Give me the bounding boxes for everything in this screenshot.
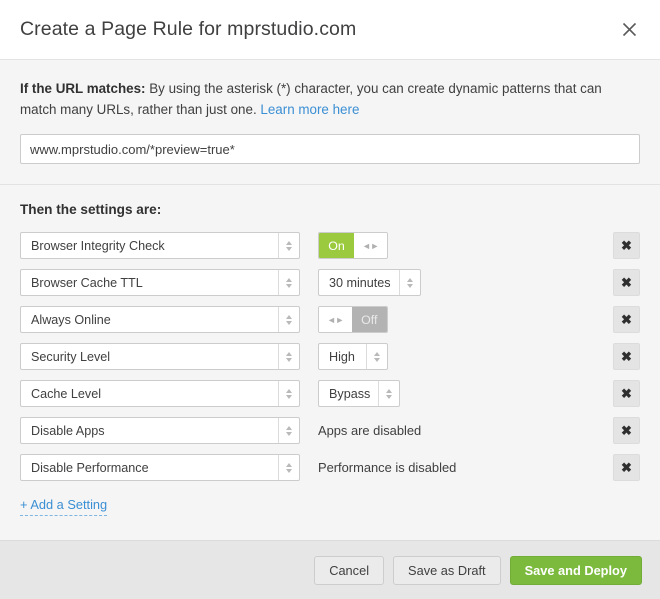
toggle-handle-icon[interactable]: ◄► [354, 233, 387, 258]
setting-name-label: Disable Apps [31, 423, 105, 438]
setting-value-label: Bypass [329, 386, 371, 401]
setting-name-label: Disable Performance [31, 460, 149, 475]
setting-toggle-on[interactable]: On ◄► [318, 232, 388, 259]
page-title: Create a Page Rule for mprstudio.com [20, 17, 357, 40]
setting-name-select[interactable]: Browser Cache TTL [20, 269, 300, 296]
chevron-updown-icon[interactable] [278, 307, 299, 332]
setting-name-label: Cache Level [31, 386, 102, 401]
chevron-updown-icon[interactable] [278, 344, 299, 369]
setting-name-select[interactable]: Always Online [20, 306, 300, 333]
learn-more-link[interactable]: Learn more here [260, 102, 359, 117]
setting-value-column: Bypass [318, 380, 401, 407]
chevron-updown-icon[interactable] [278, 418, 299, 443]
modal-header: Create a Page Rule for mprstudio.com [0, 0, 660, 60]
setting-toggle-off[interactable]: ◄► Off [318, 306, 388, 333]
setting-value-select[interactable]: Bypass [318, 380, 401, 407]
chevron-updown-icon[interactable] [398, 270, 420, 295]
toggle-handle-icon[interactable]: ◄► [319, 307, 352, 332]
url-pattern-input[interactable] [20, 134, 640, 164]
setting-name-label: Security Level [31, 349, 111, 364]
setting-name-select[interactable]: Browser Integrity Check [20, 232, 300, 259]
table-row: Disable Apps Apps are disabled ✖ [20, 417, 640, 444]
settings-section: Then the settings are: Browser Integrity… [0, 185, 660, 540]
setting-name-select[interactable]: Disable Apps [20, 417, 300, 444]
table-row: Browser Cache TTL 30 minutes ✖ [20, 269, 640, 296]
chevron-updown-icon[interactable] [366, 344, 387, 369]
delete-setting-button[interactable]: ✖ [613, 454, 640, 481]
table-row: Security Level High ✖ [20, 343, 640, 370]
table-row: Browser Integrity Check On ◄► ✖ [20, 232, 640, 259]
setting-value-column: ◄► Off [318, 306, 388, 333]
cancel-button[interactable]: Cancel [314, 555, 385, 585]
delete-setting-button[interactable]: ✖ [613, 232, 640, 259]
setting-name-select[interactable]: Cache Level [20, 380, 300, 407]
chevron-updown-icon[interactable] [378, 381, 399, 406]
setting-value-label: High [329, 349, 355, 364]
delete-setting-button[interactable]: ✖ [613, 269, 640, 296]
settings-heading: Then the settings are: [20, 202, 162, 217]
delete-setting-button[interactable]: ✖ [613, 380, 640, 407]
save-as-draft-button[interactable]: Save as Draft [393, 555, 501, 585]
close-icon[interactable] [616, 17, 642, 43]
setting-name-select[interactable]: Security Level [20, 343, 300, 370]
setting-value-column: Performance is disabled [318, 454, 456, 481]
chevron-updown-icon[interactable] [278, 381, 299, 406]
setting-value-column: 30 minutes [318, 269, 421, 296]
url-match-label: If the URL matches: [20, 81, 146, 96]
setting-name-label: Always Online [31, 312, 111, 327]
setting-status-text: Performance is disabled [318, 460, 457, 475]
url-match-section: If the URL matches: By using the asteris… [0, 60, 660, 185]
delete-setting-button[interactable]: ✖ [613, 417, 640, 444]
setting-name-select[interactable]: Disable Performance [20, 454, 300, 481]
setting-value-column: On ◄► [318, 232, 388, 259]
delete-setting-button[interactable]: ✖ [613, 306, 640, 333]
toggle-off-segment[interactable]: Off [351, 307, 387, 332]
chevron-updown-icon[interactable] [278, 233, 299, 258]
add-setting-link[interactable]: + Add a Setting [20, 497, 108, 516]
table-row: Disable Performance Performance is disab… [20, 454, 640, 481]
modal-footer: Cancel Save as Draft Save and Deploy [0, 540, 660, 599]
setting-value-select[interactable]: High [318, 343, 388, 370]
setting-name-label: Browser Cache TTL [31, 275, 143, 290]
create-page-rule-modal: Create a Page Rule for mprstudio.com If … [0, 0, 660, 599]
delete-setting-button[interactable]: ✖ [613, 343, 640, 370]
setting-name-label: Browser Integrity Check [31, 238, 165, 253]
save-and-deploy-button[interactable]: Save and Deploy [509, 555, 642, 585]
url-match-description: If the URL matches: By using the asteris… [20, 78, 640, 120]
setting-value-column: Apps are disabled [318, 417, 421, 444]
setting-status-text: Apps are disabled [318, 423, 422, 438]
setting-value-select[interactable]: 30 minutes [318, 269, 421, 296]
table-row: Always Online ◄► Off ✖ [20, 306, 640, 333]
setting-value-column: High [318, 343, 388, 370]
chevron-updown-icon[interactable] [278, 455, 299, 480]
chevron-updown-icon[interactable] [278, 270, 299, 295]
table-row: Cache Level Bypass ✖ [20, 380, 640, 407]
setting-value-label: 30 minutes [329, 275, 391, 290]
toggle-on-segment[interactable]: On [319, 233, 354, 258]
